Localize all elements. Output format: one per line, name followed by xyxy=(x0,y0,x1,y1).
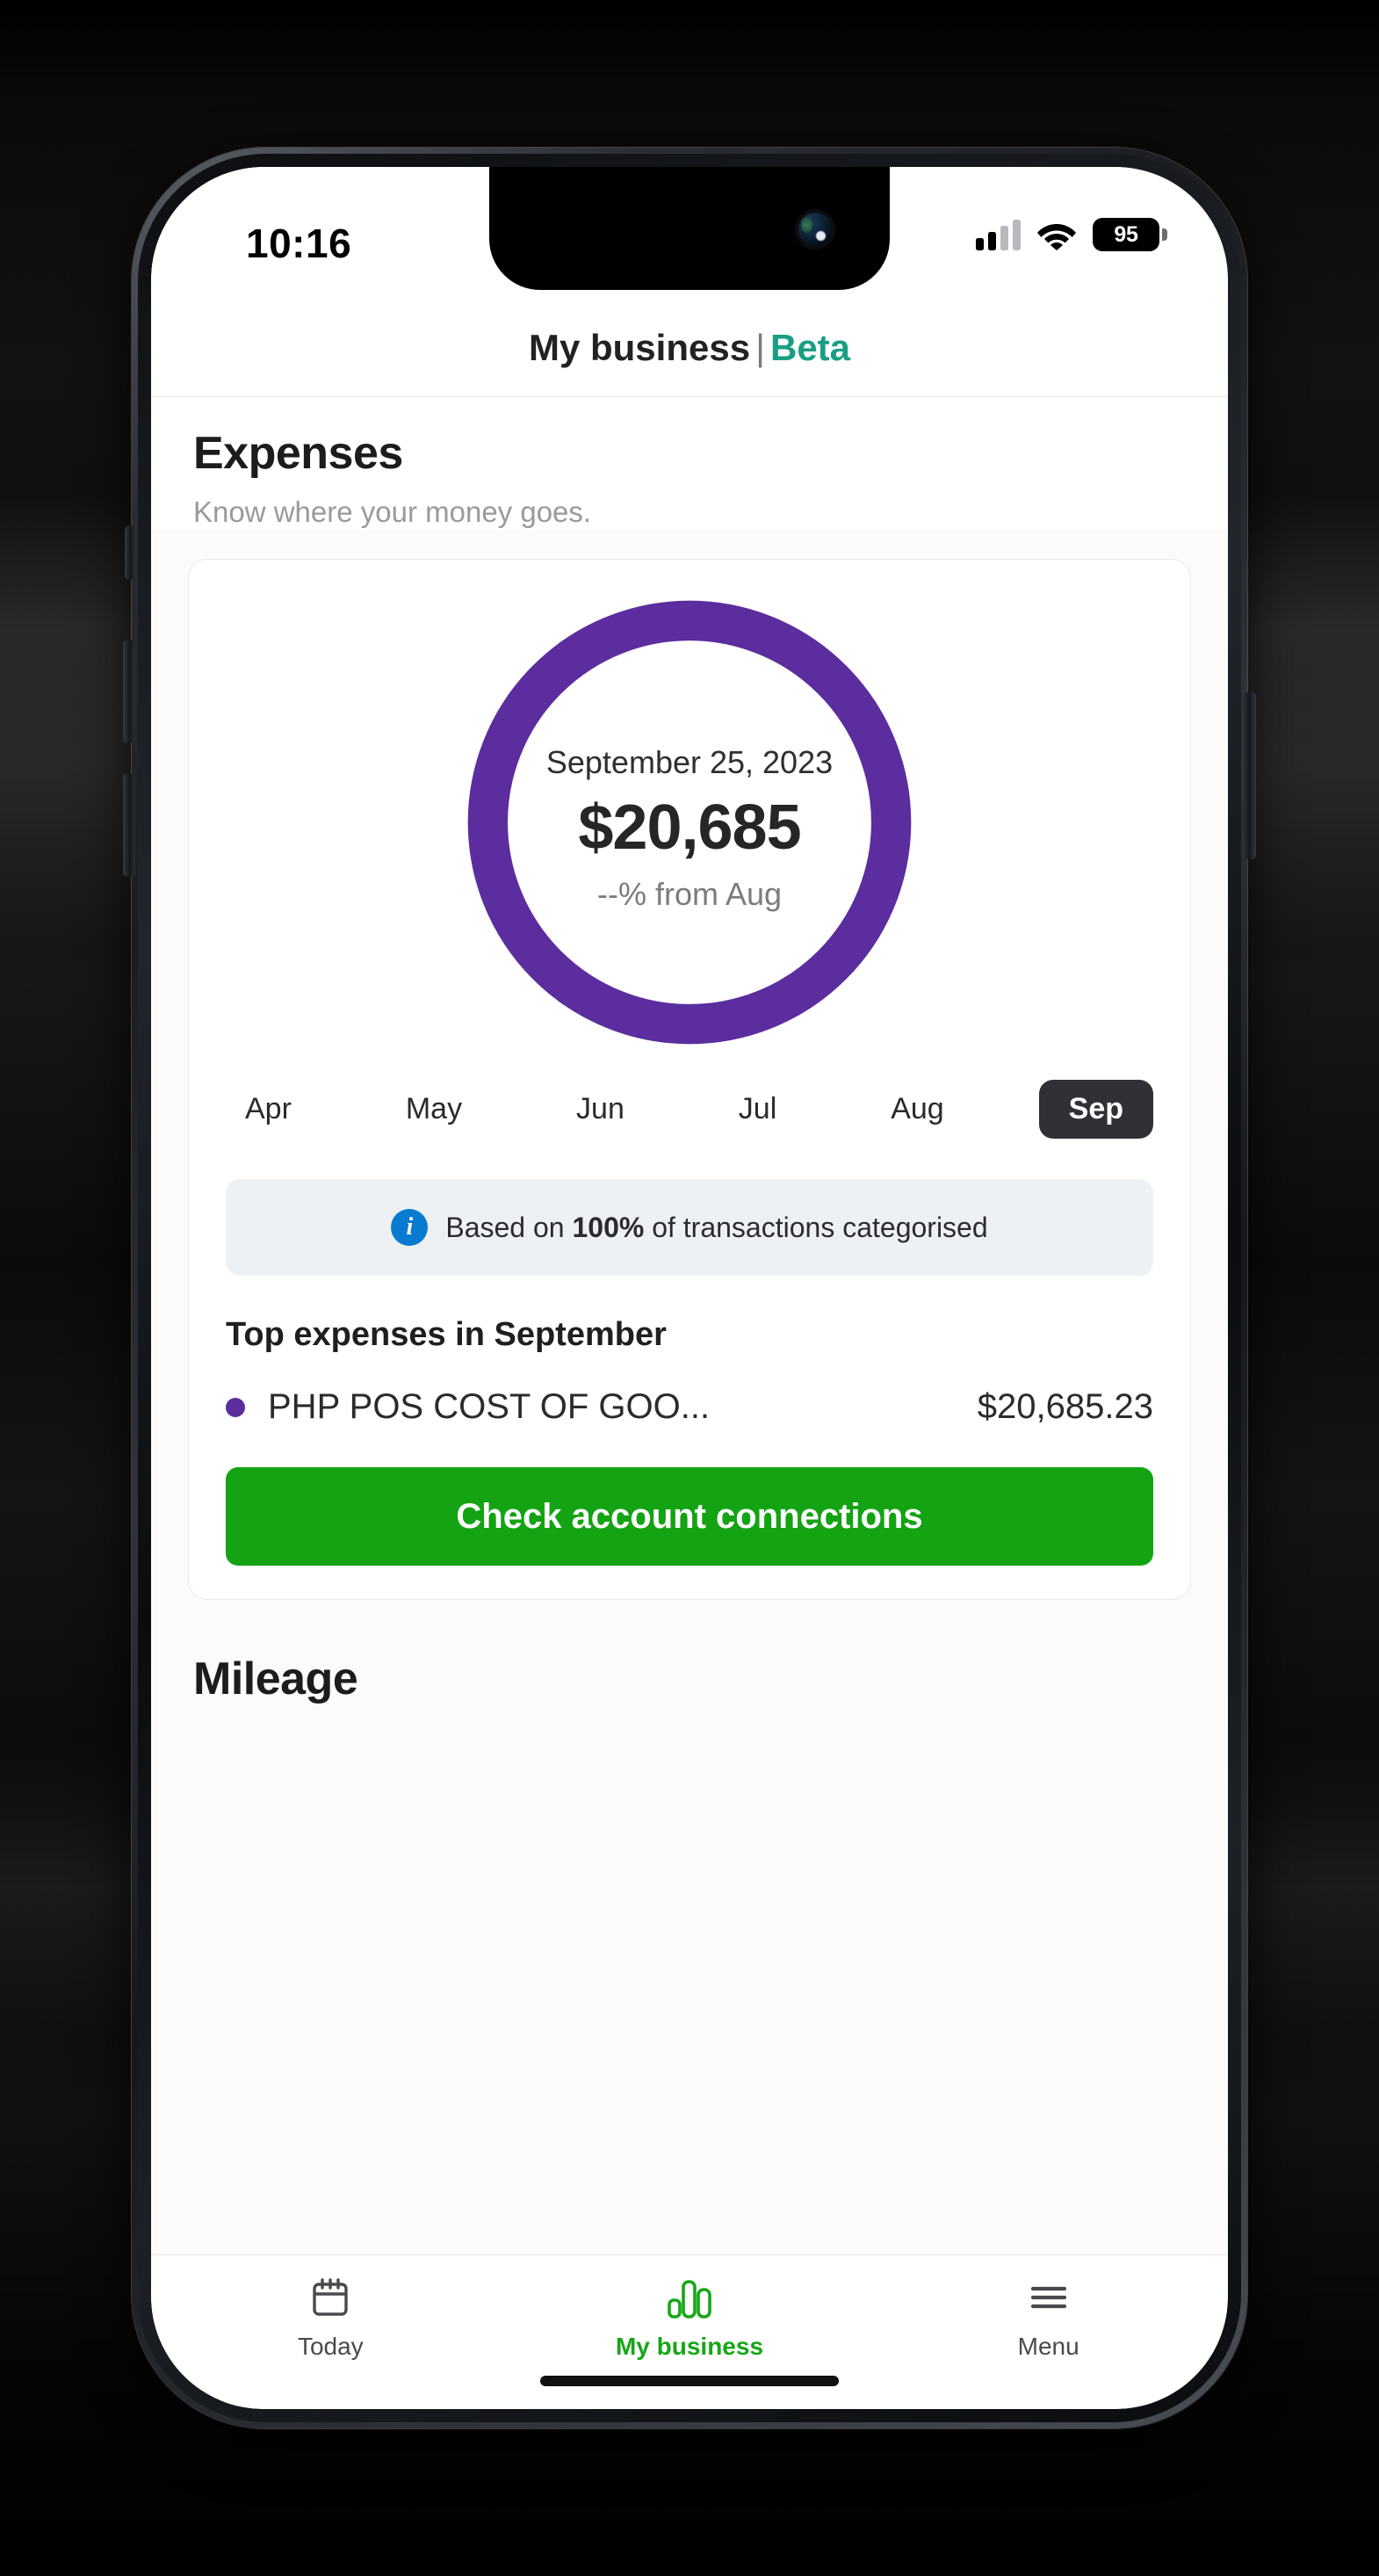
status-bar-time: 10:16 xyxy=(246,221,352,266)
tab-menu[interactable]: Menu xyxy=(869,2275,1228,2361)
calendar-icon xyxy=(311,2275,350,2320)
info-icon: i xyxy=(391,1209,429,1246)
check-account-connections-button[interactable]: Check account connections xyxy=(226,1467,1153,1566)
donut-date-label: September 25, 2023 xyxy=(545,744,834,780)
expenses-title: Expenses xyxy=(193,428,403,479)
battery-level-label: 95 xyxy=(1114,221,1138,247)
categorisation-banner-text: Based on 100% of transactions categorise… xyxy=(445,1212,987,1244)
app-viewport: 10:16 95 My business | Beta Expenses Kno… xyxy=(151,167,1228,2409)
donut-amount-label: $20,685 xyxy=(578,792,801,863)
expenses-subtitle: Know where your money goes. xyxy=(193,496,592,528)
device-notch xyxy=(489,167,890,290)
app-title-text: My business xyxy=(528,326,751,368)
home-indicator[interactable] xyxy=(540,2376,839,2386)
tab-my-business[interactable]: My business xyxy=(510,2275,870,2361)
month-selector[interactable]: Apr May Jun Jul Aug Sep xyxy=(189,1080,1190,1139)
banner-suffix: of transactions categorised xyxy=(644,1211,988,1243)
donut-center-labels: September 25, 2023 $20,685 --% from Aug xyxy=(514,744,865,913)
expenses-section-header: Expenses Know where your money goes. xyxy=(151,397,1228,529)
tab-my-business-label: My business xyxy=(615,2333,764,2360)
expenses-donut-chart: September 25, 2023 $20,685 --% from Aug xyxy=(189,582,1190,1075)
cellular-signal-icon xyxy=(976,219,1021,250)
expense-amount-label: $20,685.23 xyxy=(977,1387,1153,1426)
phone-device: 10:16 95 My business | Beta Expenses Kno… xyxy=(123,148,1256,2428)
month-tab-aug[interactable]: Aug xyxy=(871,1080,964,1139)
tab-today-label: Today xyxy=(297,2333,364,2360)
categorisation-info-banner: i Based on 100% of transactions categori… xyxy=(226,1179,1153,1276)
mileage-title: Mileage xyxy=(193,1653,358,1704)
expense-name-label: PHP POS COST OF GOO... xyxy=(268,1387,711,1426)
title-divider: | xyxy=(755,326,765,368)
volume-up-button[interactable] xyxy=(123,640,135,743)
month-tab-jul[interactable]: Jul xyxy=(719,1080,796,1139)
page-title: My business | Beta xyxy=(529,327,850,369)
expenses-card: September 25, 2023 $20,685 --% from Aug … xyxy=(188,559,1191,1600)
banner-prefix: Based on xyxy=(445,1211,573,1243)
donut-delta-label: --% from Aug xyxy=(596,876,783,912)
hamburger-menu-icon xyxy=(1028,2275,1070,2320)
month-tab-apr[interactable]: Apr xyxy=(226,1080,311,1139)
beta-badge: Beta xyxy=(769,326,851,368)
bar-chart-icon xyxy=(666,2275,713,2320)
volume-down-button[interactable] xyxy=(123,773,135,877)
top-expenses-title: Top expenses in September xyxy=(226,1316,667,1353)
power-button[interactable] xyxy=(1244,692,1256,859)
phone-screen: 10:16 95 My business | Beta Expenses Kno… xyxy=(151,167,1228,2409)
scroll-content[interactable]: Expenses Know where your money goes. Sep… xyxy=(151,397,1228,2254)
battery-icon: 95 xyxy=(1093,218,1167,251)
month-tab-jun[interactable]: Jun xyxy=(557,1080,644,1139)
month-tab-sep[interactable]: Sep xyxy=(1038,1080,1153,1139)
banner-highlight: 100% xyxy=(572,1211,645,1243)
app-header: My business | Beta xyxy=(151,299,1228,397)
front-camera-icon xyxy=(795,209,835,250)
expense-color-dot-icon xyxy=(226,1397,245,1417)
status-bar-indicators: 95 xyxy=(976,218,1167,251)
silent-switch-button[interactable] xyxy=(125,525,135,580)
wifi-icon xyxy=(1036,219,1077,250)
tab-menu-label: Menu xyxy=(1017,2333,1079,2360)
top-expense-row[interactable]: PHP POS COST OF GOO... $20,685.23 xyxy=(226,1387,1153,1427)
month-tab-may[interactable]: May xyxy=(386,1080,481,1139)
tab-today[interactable]: Today xyxy=(151,2275,510,2361)
